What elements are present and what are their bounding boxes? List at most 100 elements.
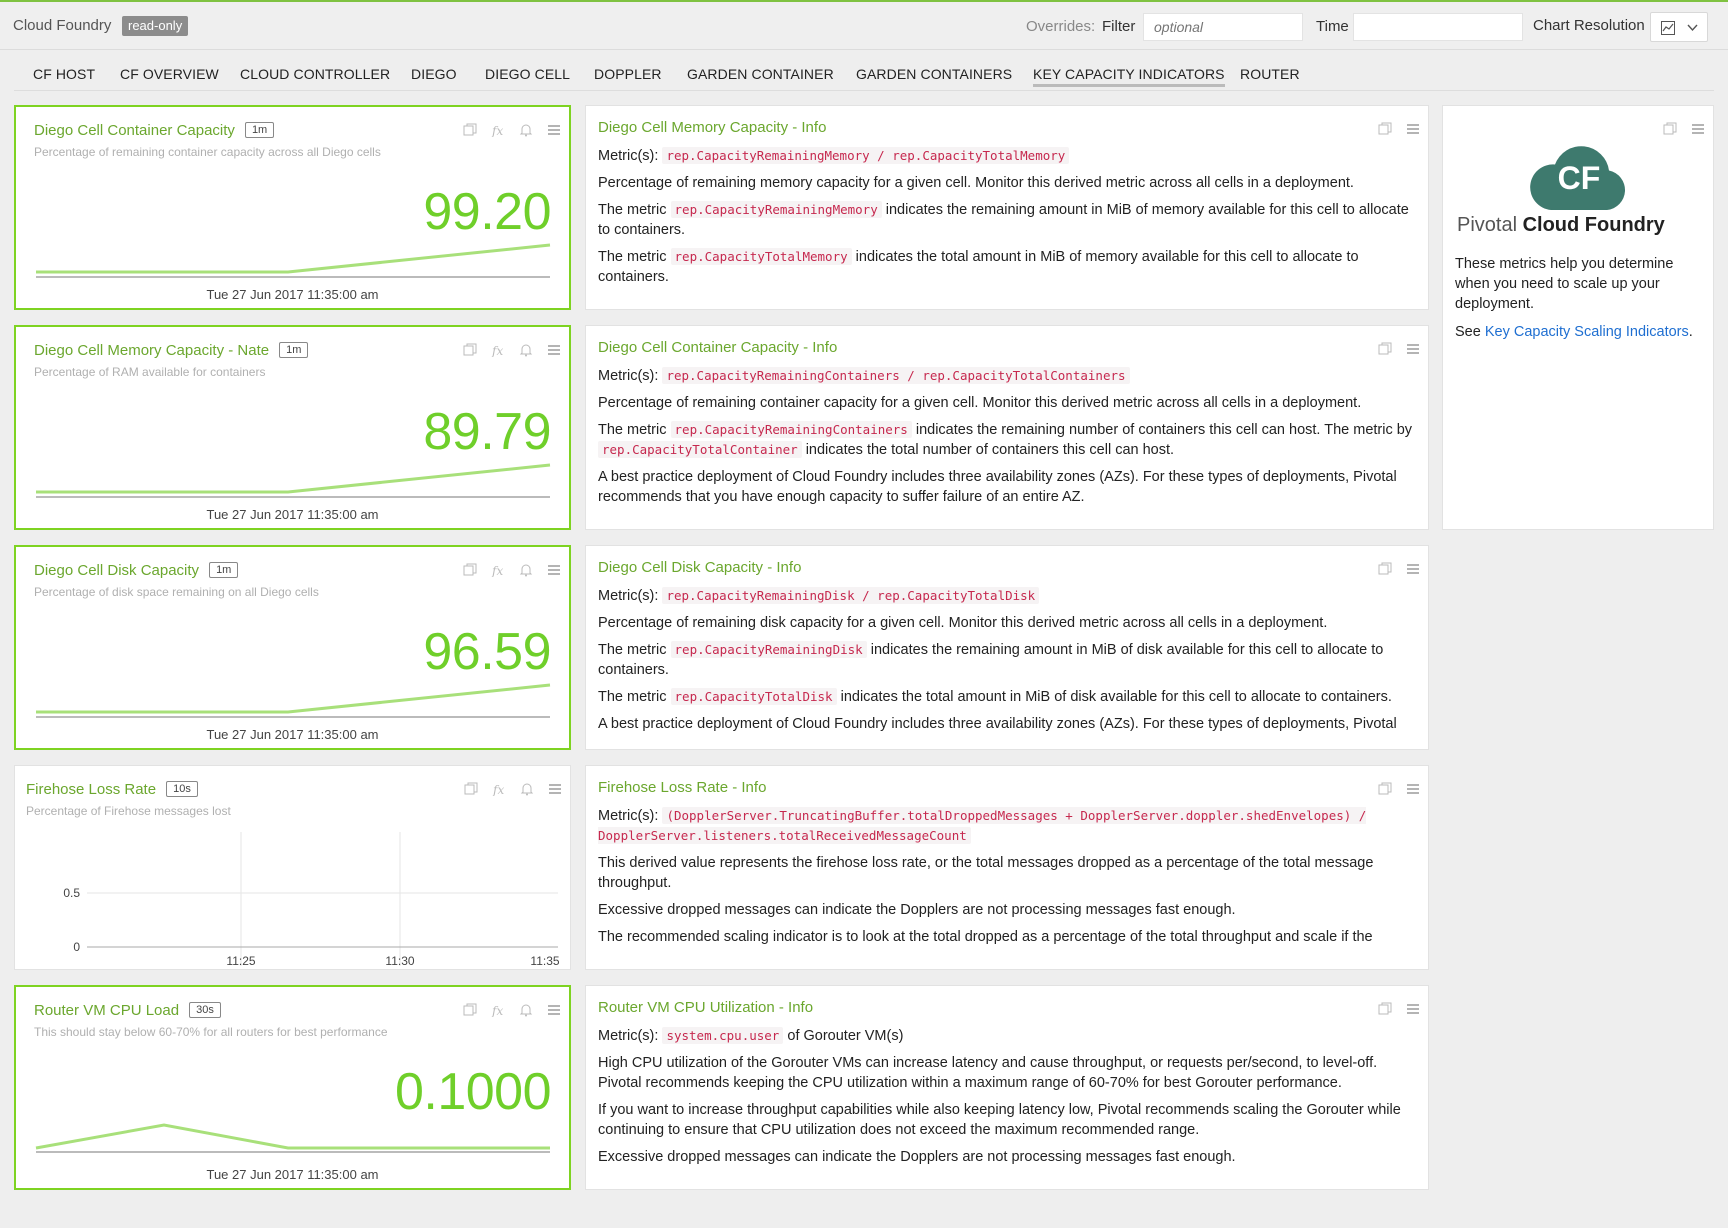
panel-toolbar: fx (463, 1002, 561, 1018)
sparkline (35, 1123, 550, 1153)
panel-title: Diego Cell Container Capacity 1m (34, 122, 275, 139)
copy-icon[interactable] (463, 563, 477, 577)
panel-toolbar (1378, 121, 1420, 137)
info-paragraph: A best practice deployment of Cloud Foun… (598, 716, 1397, 732)
bell-icon[interactable] (519, 1003, 533, 1017)
filter-input[interactable] (1143, 13, 1303, 41)
panel-title: Diego Cell Memory Capacity - Nate 1m (34, 342, 309, 359)
metric-timestamp: Tue 27 Jun 2017 11:35:00 am (206, 727, 379, 742)
overrides-label: Overrides: (1026, 18, 1096, 35)
info-paragraph: A best practice deployment of Cloud Foun… (598, 469, 1397, 505)
copy-icon[interactable] (464, 782, 478, 796)
metric-panel-firehose-loss-rate: Firehose Loss Rate 10s Percentage of Fire… (14, 765, 571, 970)
app-title: Cloud Foundry (13, 17, 112, 34)
menu-icon[interactable] (547, 123, 561, 137)
sparkline (36, 463, 551, 498)
info-body: Metric(s): system.cpu.user of Gorouter V… (598, 1026, 1416, 1185)
top-bar: Cloud Foundry read-only Overrides: Filte… (0, 0, 1728, 50)
info-paragraph: Percentage of remaining container capaci… (598, 395, 1362, 411)
function-icon[interactable]: fx (491, 563, 505, 577)
bell-icon[interactable] (519, 563, 533, 577)
function-icon[interactable]: fx (491, 123, 505, 137)
metric-value: 0.1000 (394, 1063, 552, 1121)
copy-icon[interactable] (1378, 1002, 1392, 1016)
metric-code: rep.CapacityRemainingDisk / rep.Capacity… (662, 587, 1040, 604)
menu-icon[interactable] (1406, 122, 1420, 136)
panel-subtitle: Percentage of Firehose messages lost (26, 804, 231, 818)
tab-divider (14, 90, 1714, 91)
tab-key-capacity-indicators[interactable]: KEY CAPACITY INDICATORS (1033, 66, 1225, 87)
info-panel-container-capacity: Diego Cell Container Capacity - Info Met… (585, 325, 1429, 530)
key-capacity-scaling-link[interactable]: Key Capacity Scaling Indicators (1485, 324, 1689, 340)
copy-icon[interactable] (463, 343, 477, 357)
copy-icon[interactable] (463, 1003, 477, 1017)
menu-icon[interactable] (1406, 562, 1420, 576)
panel-toolbar (1378, 561, 1420, 577)
panel-toolbar (1663, 121, 1705, 137)
chart-resolution-select[interactable] (1650, 12, 1708, 42)
menu-icon[interactable] (547, 563, 561, 577)
copy-icon[interactable] (1378, 122, 1392, 136)
tab-router[interactable]: ROUTER (1240, 66, 1300, 82)
menu-icon[interactable] (1406, 782, 1420, 796)
info-paragraph: The metric rep.CapacityRemainingContaine… (598, 421, 1413, 458)
tab-bar: CF HOST CF OVERVIEW CLOUD CONTROLLER DIE… (0, 50, 1728, 92)
metric-timestamp: Tue 27 Jun 2017 11:35:00 am (206, 507, 379, 522)
filter-label: Filter (1102, 18, 1136, 35)
tab-diego[interactable]: DIEGO (411, 66, 457, 82)
menu-icon[interactable] (547, 343, 561, 357)
bell-icon[interactable] (519, 343, 533, 357)
info-body: Metric(s): rep.CapacityRemainingMemory /… (598, 146, 1416, 305)
menu-icon[interactable] (547, 1003, 561, 1017)
tab-garden-containers[interactable]: GARDEN CONTAINERS (856, 66, 1012, 82)
function-icon[interactable]: fx (492, 782, 506, 796)
chart-resolution-label: Chart Resolution (1533, 17, 1645, 34)
y-tick-label: 0.5 (63, 886, 80, 900)
copy-icon[interactable] (1663, 122, 1677, 136)
info-paragraph: Percentage of remaining disk capacity fo… (598, 615, 1328, 631)
menu-icon[interactable] (548, 782, 562, 796)
info-title: Firehose Loss Rate - Info (598, 779, 767, 796)
logo-panel: CF Pivotal Cloud Foundry These metrics h… (1442, 105, 1714, 530)
info-paragraph: Percentage of remaining memory capacity … (598, 175, 1354, 191)
tab-cloud-controller[interactable]: CLOUD CONTROLLER (240, 66, 390, 82)
copy-icon[interactable] (1378, 342, 1392, 356)
info-paragraph: Excessive dropped messages can indicate … (598, 1149, 1236, 1165)
bell-icon[interactable] (520, 782, 534, 796)
function-icon[interactable]: fx (491, 343, 505, 357)
menu-icon[interactable] (1691, 122, 1705, 136)
function-icon[interactable]: fx (491, 1003, 505, 1017)
svg-text:fx: fx (491, 124, 503, 137)
info-title: Diego Cell Memory Capacity - Info (598, 119, 827, 136)
info-paragraph: The metric rep.CapacityTotalMemory indic… (598, 248, 1359, 285)
metric-code: rep.CapacityRemainingContainers / rep.Ca… (662, 367, 1130, 384)
metric-timestamp: Tue 27 Jun 2017 11:35:00 am (206, 287, 379, 302)
panel-title: Firehose Loss Rate 10s (26, 781, 198, 798)
copy-icon[interactable] (463, 123, 477, 137)
bell-icon[interactable] (519, 123, 533, 137)
copy-icon[interactable] (1378, 782, 1392, 796)
metric-panel-memory-capacity: Diego Cell Memory Capacity - Nate 1m Perc… (14, 325, 571, 530)
time-input[interactable] (1353, 13, 1523, 41)
tab-diego-cell[interactable]: DIEGO CELL (485, 66, 570, 82)
tab-garden-container[interactable]: GARDEN CONTAINER (687, 66, 834, 82)
metric-panel-router-cpu-load: Router VM CPU Load 30s This should stay b… (14, 985, 571, 1190)
info-panel-disk-capacity: Diego Cell Disk Capacity - Info Metric(s… (585, 545, 1429, 750)
sparkline (36, 683, 551, 718)
panel-toolbar: fx (464, 781, 562, 797)
panel-toolbar: fx (463, 122, 561, 138)
menu-icon[interactable] (1406, 342, 1420, 356)
metrics-line: Metric(s): rep.CapacityRemainingDisk / r… (598, 586, 1416, 606)
menu-icon[interactable] (1406, 1002, 1420, 1016)
tab-cf-overview[interactable]: CF OVERVIEW (120, 66, 219, 82)
sparkline (36, 243, 551, 278)
panel-subtitle: This should stay below 60-70% for all ro… (34, 1025, 388, 1039)
metric-timestamp: Tue 27 Jun 2017 11:35:00 am (206, 1167, 379, 1182)
interval-badge: 1m (279, 342, 309, 358)
scaling-link-line: See Key Capacity Scaling Indicators. (1455, 324, 1693, 340)
copy-icon[interactable] (1378, 562, 1392, 576)
tab-cf-host[interactable]: CF HOST (33, 66, 95, 82)
info-body: Metric(s): rep.CapacityRemainingDisk / r… (598, 586, 1416, 745)
interval-badge: 1m (244, 122, 275, 138)
tab-doppler[interactable]: DOPPLER (594, 66, 662, 82)
